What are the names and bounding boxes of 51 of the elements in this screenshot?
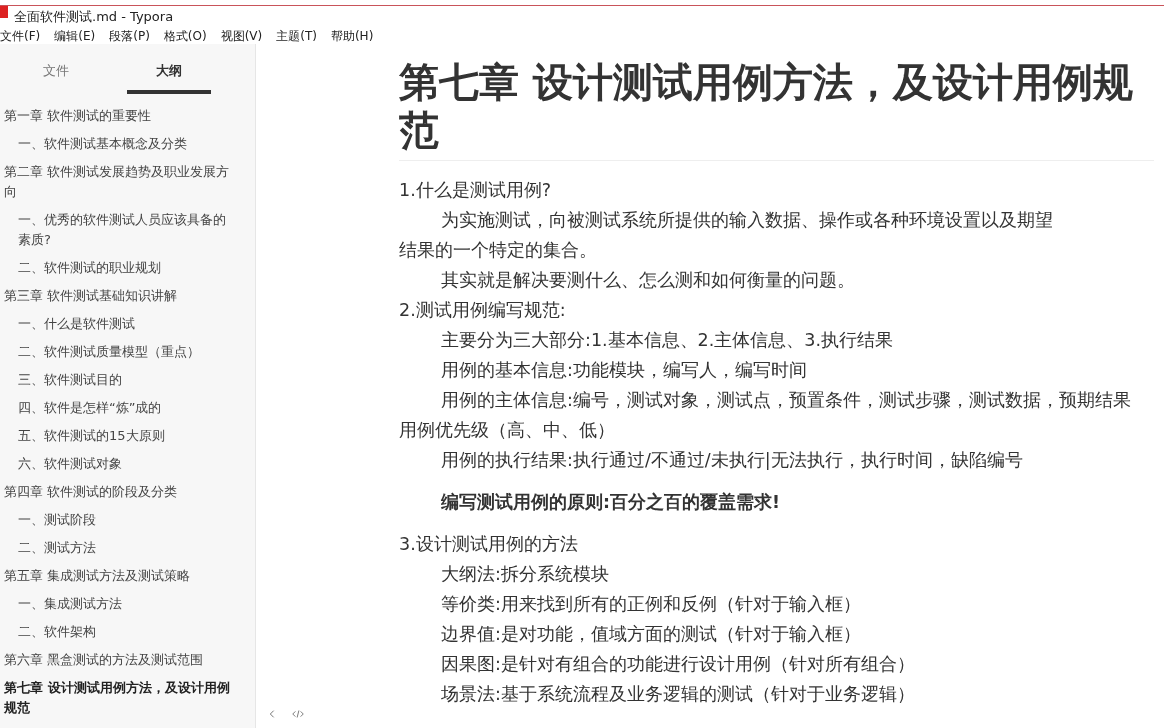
outline-item[interactable]: 一、优秀的软件测试人员应该具备的素质?	[4, 206, 231, 254]
menu-item[interactable]: 段落(P)	[109, 28, 150, 44]
paragraph: 场景法:基于系统流程及业务逻辑的测试（针对于业务逻辑）	[440, 683, 916, 706]
sidebar-tab[interactable]: 大纲	[126, 56, 211, 94]
outline-item[interactable]: 第一章 软件测试的重要性	[4, 102, 231, 130]
menu-item[interactable]: 主题(T)	[276, 28, 317, 44]
paragraph: 1.什么是测试用例?	[399, 179, 552, 202]
menu-item[interactable]: 格式(O)	[163, 28, 207, 44]
app-icon	[0, 6, 8, 18]
outline-item[interactable]: 第四章 软件测试的阶段及分类	[4, 478, 231, 506]
outline-item[interactable]: 二、测试方法	[4, 534, 231, 562]
paragraph: 用例优先级（高、中、低）	[399, 419, 616, 442]
paragraph: 用例的执行结果:执行通过/不通过/未执行|无法执行，执行时间，缺陷编号	[440, 449, 1024, 472]
outline-item[interactable]: 第七章 设计测试用例方法，及设计用例规范	[4, 674, 231, 722]
paragraph: 用例的主体信息:编号，测试对象，测试点，预置条件，测试步骤，测试数据，预期结果	[440, 389, 1132, 412]
paragraph: 结果的一个特定的集合。	[399, 239, 598, 262]
outline-item[interactable]: 第二章 软件测试发展趋势及职业发展方向	[4, 158, 231, 206]
menu-item[interactable]: 帮助(H)	[330, 28, 374, 44]
outline-item[interactable]: 二、软件测试质量模型（重点）	[4, 338, 231, 366]
collapse-icon[interactable]	[267, 708, 277, 720]
paragraph: 2.测试用例编写规范:	[399, 299, 567, 322]
menu-item[interactable]: 编辑(E)	[54, 28, 96, 44]
outline-item[interactable]: 六、软件测试对象	[4, 450, 231, 478]
outline-item[interactable]: 三、软件测试目的	[4, 366, 231, 394]
paragraph: 用例的基本信息:功能模块，编写人，编写时间	[440, 359, 808, 382]
outline-item[interactable]: 五、软件测试的15大原则	[4, 422, 231, 450]
outline-item[interactable]: 第三章 软件测试基础知识讲解	[4, 282, 231, 310]
paragraph: 为实施测试，向被测试系统所提供的输入数据、操作或各种环境设置以及期望	[440, 209, 1054, 232]
paragraph: 因果图:是针对有组合的功能进行设计用例（针对所有组合）	[440, 653, 916, 676]
paragraph: 3.设计测试用例的方法	[399, 533, 579, 556]
paragraph: 边界值:是对功能，值域方面的测试（针对于输入框）	[440, 623, 862, 646]
outline-item[interactable]: 一、什么是软件测试	[4, 310, 231, 338]
outline-item[interactable]: 第五章 集成测试方法及测试策略	[4, 562, 231, 590]
outline-item[interactable]: 一、软件测试基本概念及分类	[4, 130, 231, 158]
outline-item[interactable]: 一、测试阶段	[4, 506, 231, 534]
window-title: 全面软件测试.md - Typora	[14, 8, 174, 26]
paragraph: 等价类:用来找到所有的正例和反例（针对于输入框）	[440, 593, 862, 616]
source-code-icon[interactable]	[291, 708, 305, 720]
menu-item[interactable]: 文件(F)	[0, 28, 41, 44]
paragraph: 其实就是解决要测什么、怎么测和如何衡量的问题。	[440, 269, 856, 292]
outline-item[interactable]: 二、软件测试的职业规划	[4, 254, 231, 282]
outline-item[interactable]: 四、软件是怎样“炼”成的	[4, 394, 231, 422]
paragraph: 大纲法:拆分系统模块	[440, 563, 610, 586]
sidebar-tab[interactable]: 文件	[14, 56, 99, 94]
menu-item[interactable]: 视图(V)	[220, 28, 263, 44]
paragraph: 编写测试用例的原则:百分之百的覆盖需求!	[440, 491, 781, 514]
outline-item[interactable]: 二、软件架构	[4, 618, 231, 646]
outline-item[interactable]: 一、集成测试方法	[4, 590, 231, 618]
paragraph: 主要分为三大部分:1.基本信息、2.主体信息、3.执行结果	[440, 329, 894, 352]
document-heading: 第七章 设计测试用例方法，及设计用例规范	[399, 58, 1154, 161]
outline-item[interactable]: 第六章 黑盒测试的方法及测试范围	[4, 646, 231, 674]
